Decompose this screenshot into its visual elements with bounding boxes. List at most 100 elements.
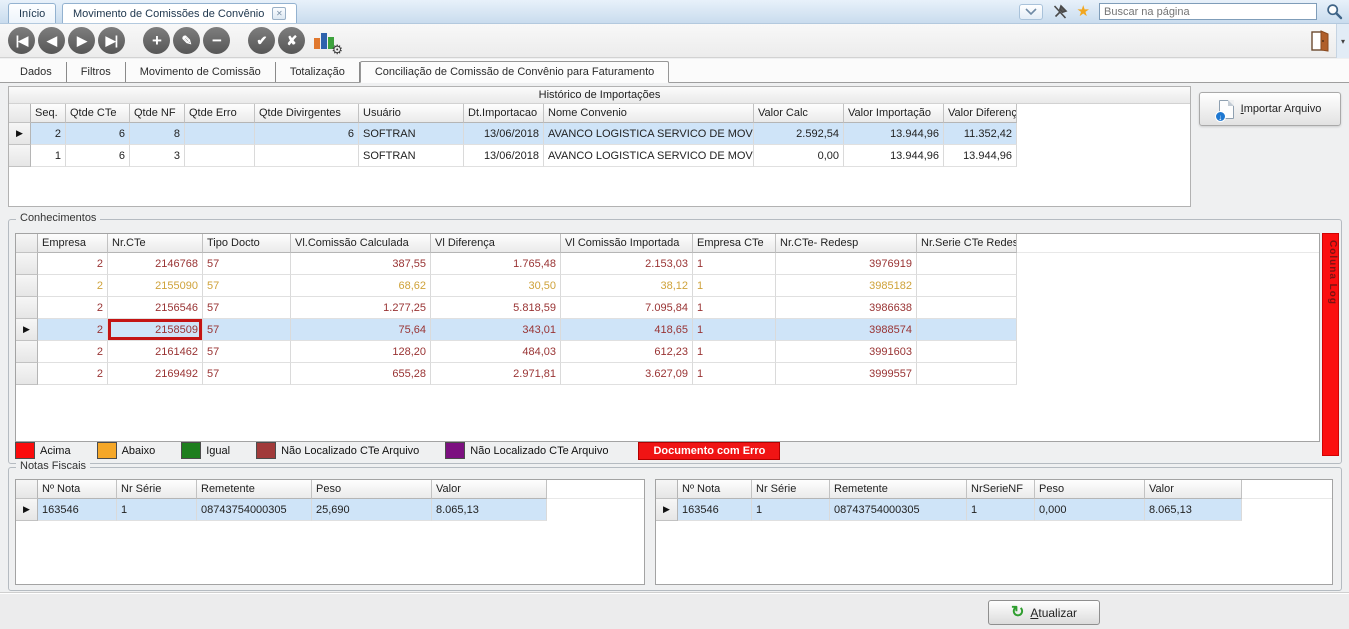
table-cell[interactable]: 25,690 [312, 499, 432, 521]
page-tab-4[interactable]: Totalização [276, 62, 360, 82]
column-header[interactable]: Nr.CTe [108, 234, 203, 253]
prior-record-button[interactable]: ◀ [38, 27, 65, 54]
page-tab-3[interactable]: Movimento de Comissão [126, 62, 276, 82]
table-cell[interactable]: 2 [38, 319, 108, 341]
search-input[interactable] [1099, 3, 1317, 20]
table-cell[interactable]: 2 [38, 297, 108, 319]
table-row[interactable]: ▶16354610874375400030510,0008.065,13 [656, 499, 1332, 521]
column-header[interactable]: Peso [312, 480, 432, 499]
table-cell[interactable] [917, 363, 1017, 385]
table-cell[interactable]: 13.944,96 [944, 145, 1017, 167]
importar-arquivo-button[interactable]: ↓ Importar Arquivo [1199, 92, 1341, 126]
mdi-tab-inicio[interactable]: Início [8, 3, 56, 23]
table-cell[interactable]: 387,55 [291, 253, 431, 275]
table-cell[interactable] [255, 145, 359, 167]
table-cell[interactable]: 13/06/2018 [464, 145, 544, 167]
table-row[interactable]: 221550905768,6230,5038,1213985182 [16, 275, 1319, 297]
table-cell[interactable]: 3991603 [776, 341, 917, 363]
table-cell[interactable]: 0,00 [754, 145, 844, 167]
table-cell[interactable]: AVANCO LOGISTICA SERVICO DE MOVIMENTACAO [544, 145, 754, 167]
unpin-icon[interactable] [1052, 4, 1068, 20]
delete-record-button[interactable]: − [203, 27, 230, 54]
table-cell[interactable]: 6 [255, 123, 359, 145]
table-cell[interactable]: 57 [203, 253, 291, 275]
table-row[interactable]: 163SOFTRAN13/06/2018AVANCO LOGISTICA SER… [9, 145, 1017, 167]
column-header[interactable]: Nº Nota [678, 480, 752, 499]
search-icon[interactable] [1326, 3, 1343, 20]
table-cell[interactable]: 57 [203, 275, 291, 297]
column-header[interactable]: Valor [432, 480, 547, 499]
table-cell[interactable]: 1 [693, 319, 776, 341]
column-header[interactable]: Usuário [359, 104, 464, 123]
table-row[interactable]: ▶16354610874375400030525,6908.065,13 [16, 499, 644, 521]
chart-report-button[interactable]: ⚙ [314, 29, 340, 53]
column-header[interactable]: Nr.Serie CTe Redesp [917, 234, 1017, 253]
table-cell[interactable]: 2 [38, 363, 108, 385]
table-cell[interactable]: 1 [693, 341, 776, 363]
table-cell[interactable]: 1 [693, 253, 776, 275]
confirm-button[interactable]: ✔ [248, 27, 275, 54]
table-cell[interactable]: 2146768 [108, 253, 203, 275]
table-cell[interactable]: 5.818,59 [431, 297, 561, 319]
table-cell[interactable]: 128,20 [291, 341, 431, 363]
table-cell[interactable]: SOFTRAN [359, 123, 464, 145]
column-header[interactable]: Qtde Divirgentes [255, 104, 359, 123]
table-cell[interactable]: 1 [693, 363, 776, 385]
page-tab-5[interactable]: Conciliação de Comissão de Convênio para… [360, 61, 669, 83]
toolbar-overflow-button[interactable]: ▾ [1336, 24, 1349, 58]
table-cell[interactable] [917, 319, 1017, 341]
table-cell[interactable]: 13.944,96 [844, 123, 944, 145]
edit-record-button[interactable]: ✎ [173, 27, 200, 54]
table-cell[interactable]: 75,64 [291, 319, 431, 341]
column-header[interactable]: Vl Comissão Importada [561, 234, 693, 253]
table-cell[interactable]: 6 [66, 123, 130, 145]
table-cell[interactable]: 08743754000305 [197, 499, 312, 521]
table-cell[interactable]: 3985182 [776, 275, 917, 297]
exit-button[interactable] [1309, 29, 1331, 56]
column-header[interactable]: Qtde NF [130, 104, 185, 123]
table-cell[interactable] [917, 275, 1017, 297]
table-cell[interactable]: 2 [38, 253, 108, 275]
next-record-button[interactable]: ▶ [68, 27, 95, 54]
table-cell[interactable]: AVANCO LOGISTICA SERVICO DE MOVIMENTACAO [544, 123, 754, 145]
table-cell[interactable]: 3976919 [776, 253, 917, 275]
table-cell[interactable]: SOFTRAN [359, 145, 464, 167]
table-cell[interactable]: 2158509 [108, 319, 203, 341]
table-cell[interactable] [917, 341, 1017, 363]
column-header[interactable]: Remetente [830, 480, 967, 499]
table-cell[interactable]: 1 [117, 499, 197, 521]
table-cell[interactable]: 2.153,03 [561, 253, 693, 275]
table-cell[interactable]: 418,65 [561, 319, 693, 341]
coluna-log-side-tab[interactable]: Coluna Log [1322, 233, 1339, 456]
table-row[interactable]: 2216949257655,282.971,813.627,0913999557 [16, 363, 1319, 385]
column-header[interactable]: Qtde Erro [185, 104, 255, 123]
table-cell[interactable]: 2156546 [108, 297, 203, 319]
atualizar-button[interactable]: ↻ Atualizar [988, 600, 1100, 625]
column-header[interactable]: Nr Série [117, 480, 197, 499]
close-tab-icon[interactable]: ✕ [272, 7, 286, 20]
column-header[interactable]: Remetente [197, 480, 312, 499]
column-header[interactable]: Valor [1145, 480, 1242, 499]
table-cell[interactable]: 1 [31, 145, 66, 167]
table-cell[interactable]: 2.971,81 [431, 363, 561, 385]
table-cell[interactable]: 08743754000305 [830, 499, 967, 521]
table-row[interactable]: ▶2686SOFTRAN13/06/2018AVANCO LOGISTICA S… [9, 123, 1017, 145]
table-cell[interactable]: 1 [967, 499, 1035, 521]
column-header[interactable]: Vl Diferença [431, 234, 561, 253]
mdi-tab-movimento-comissoes[interactable]: Movimento de Comissões de Convênio ✕ [62, 3, 297, 23]
table-cell[interactable]: 8.065,13 [432, 499, 547, 521]
table-cell[interactable]: 2 [31, 123, 66, 145]
column-header[interactable]: Peso [1035, 480, 1145, 499]
table-cell[interactable]: 2161462 [108, 341, 203, 363]
table-cell[interactable]: 1.765,48 [431, 253, 561, 275]
table-cell[interactable]: 612,23 [561, 341, 693, 363]
column-header[interactable]: Empresa [38, 234, 108, 253]
table-cell[interactable] [917, 297, 1017, 319]
table-cell[interactable]: 3 [130, 145, 185, 167]
table-cell[interactable]: 13.944,96 [844, 145, 944, 167]
column-header[interactable]: Nome Convenio [544, 104, 754, 123]
table-cell[interactable]: 2 [38, 341, 108, 363]
table-cell[interactable]: 7.095,84 [561, 297, 693, 319]
table-cell[interactable]: 57 [203, 341, 291, 363]
column-header[interactable]: Valor Diferença [944, 104, 1017, 123]
